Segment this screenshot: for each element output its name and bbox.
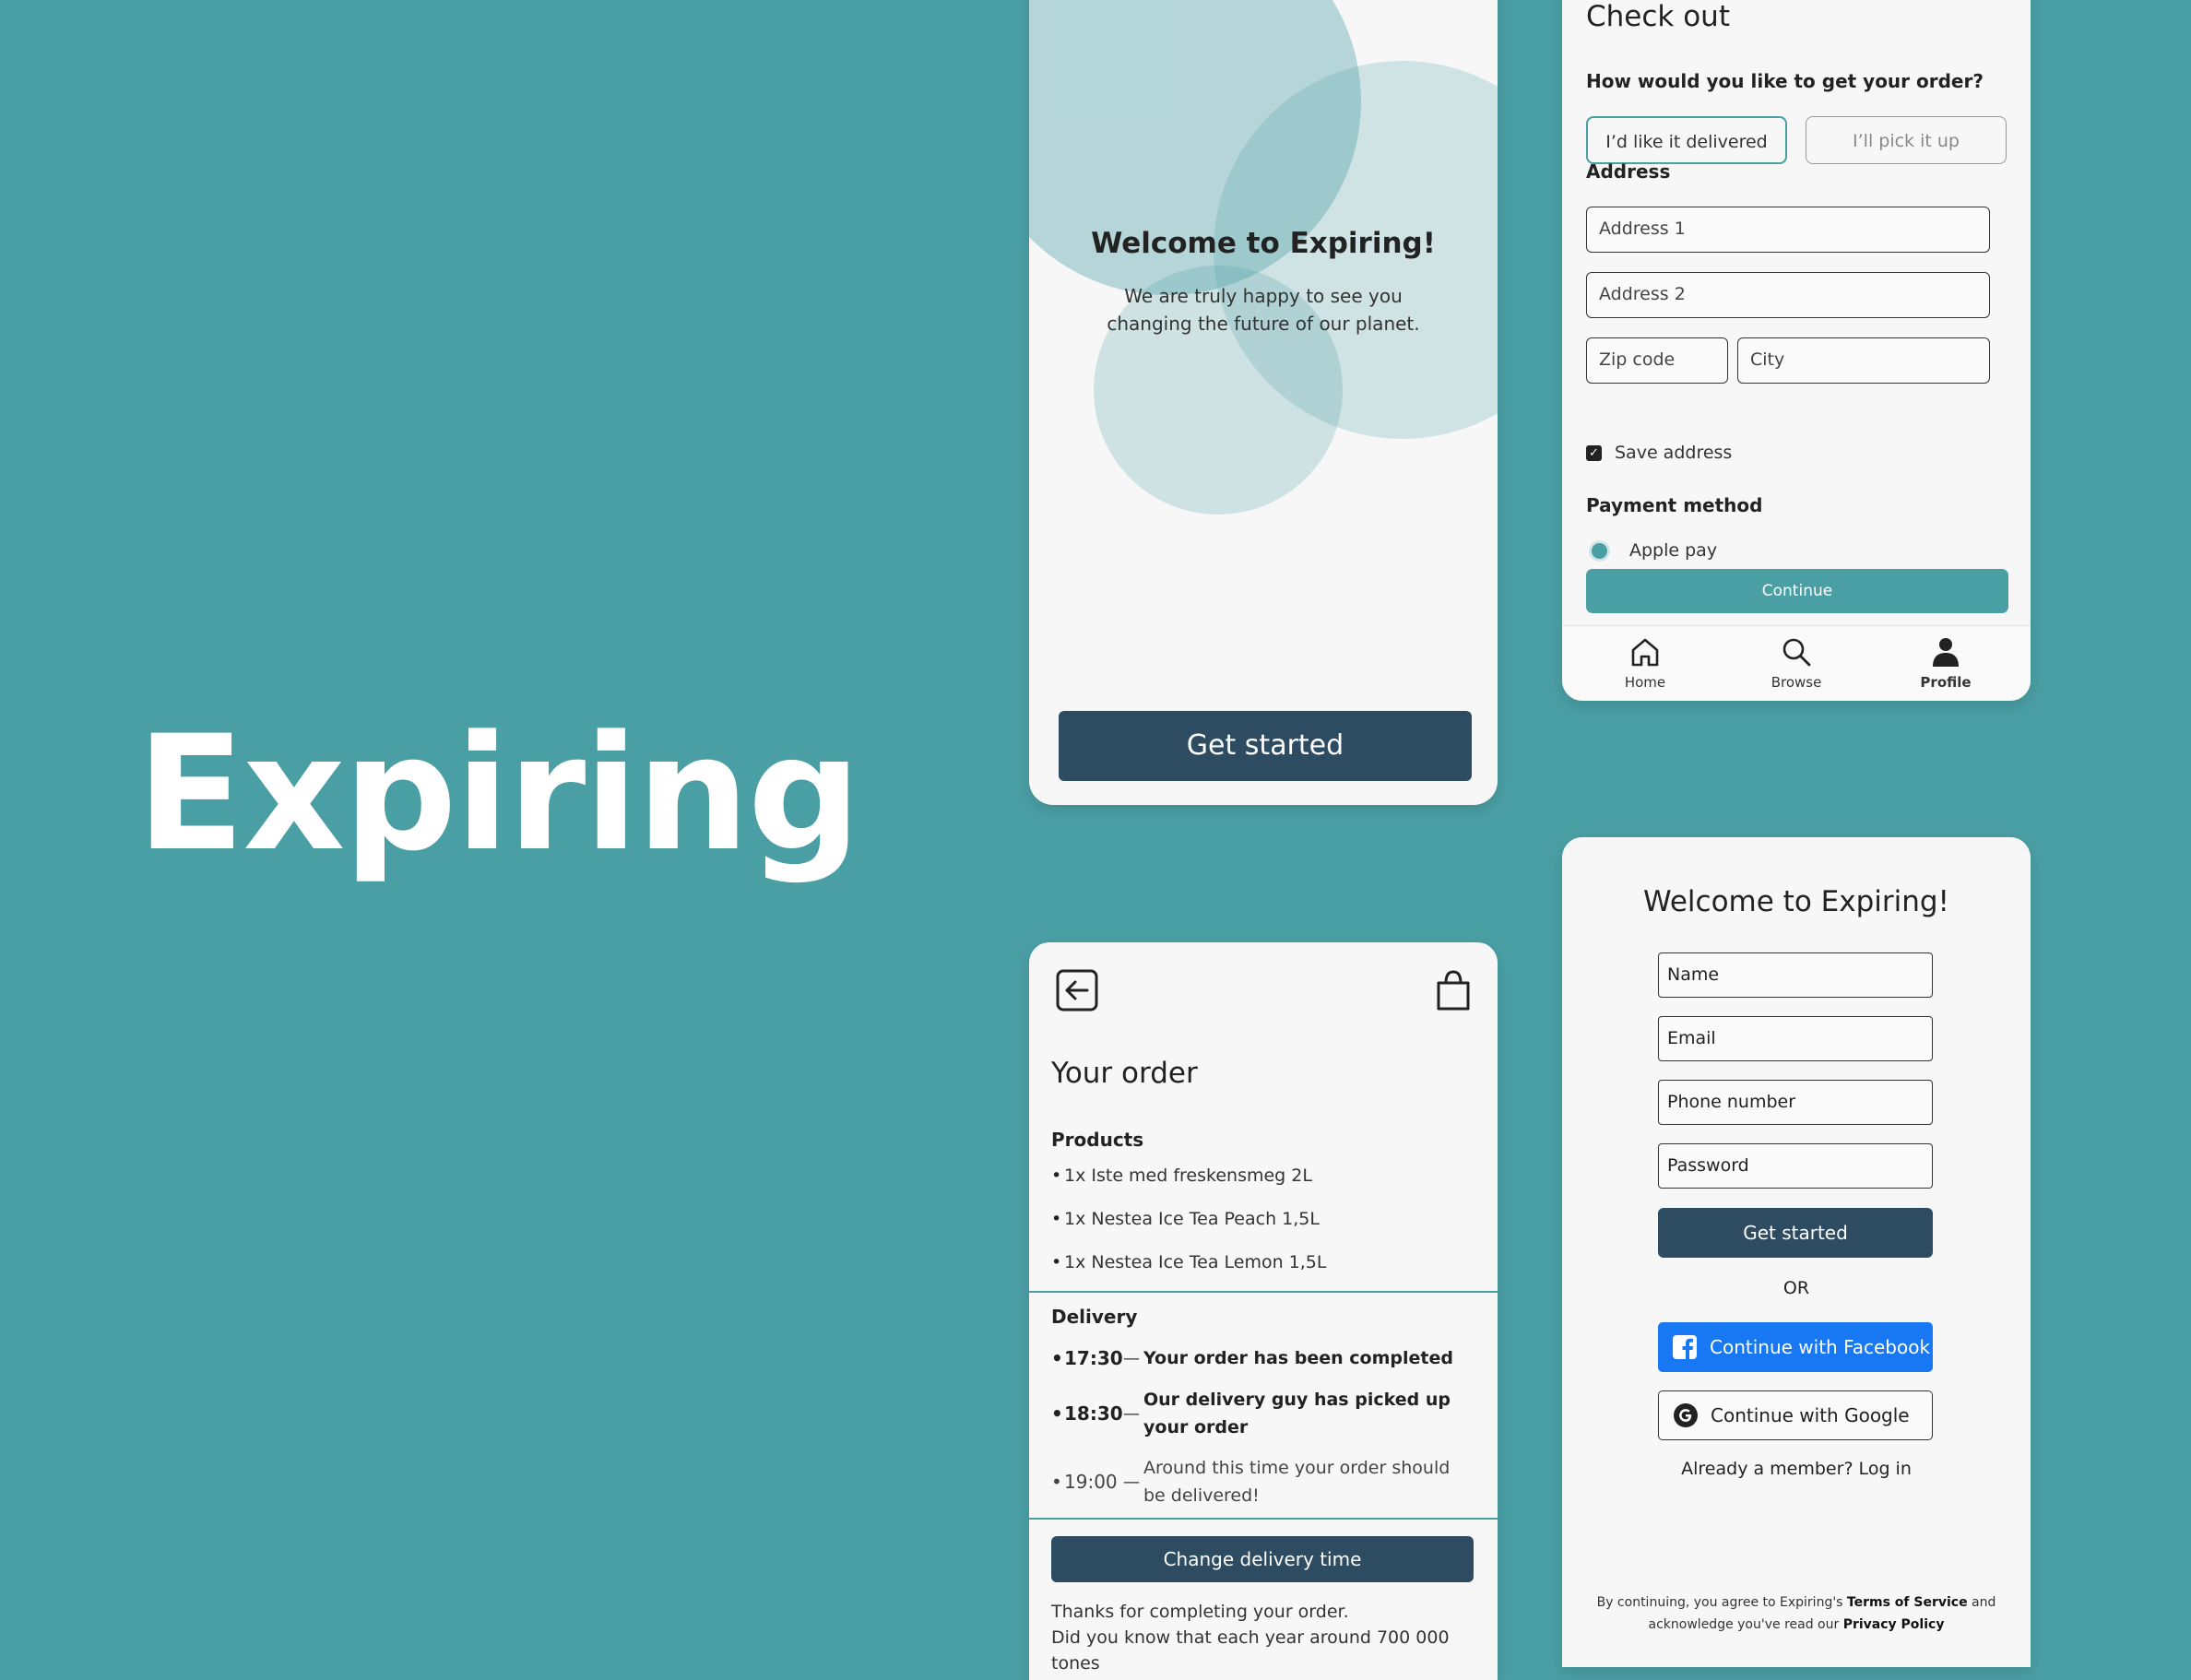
welcome-title: Welcome to Expiring! <box>1091 227 1436 260</box>
delivery-status-text: Around this time your order should be de… <box>1143 1458 1451 1506</box>
payment-method-label: Payment method <box>1586 494 1763 516</box>
shopping-bag-icon[interactable] <box>1433 968 1474 1012</box>
address1-field[interactable]: Address 1 <box>1586 207 1990 253</box>
footer-line: Thanks for completing your order. <box>1051 1602 1349 1622</box>
nav-label: Profile <box>1920 674 1972 691</box>
nav-label: Browse <box>1771 674 1822 691</box>
continue-with-facebook-button[interactable]: Continue with Facebook <box>1658 1322 1933 1372</box>
email-field[interactable]: Email <box>1658 1016 1933 1061</box>
or-divider: OR <box>1782 1278 1810 1298</box>
products-label: Products <box>1051 1129 1144 1151</box>
search-icon <box>1782 638 1811 667</box>
delivery-status-item: 19:00 — Around this time your order shou… <box>1051 1454 1475 1509</box>
google-icon <box>1672 1402 1700 1429</box>
delivery-label: Delivery <box>1051 1306 1138 1328</box>
terms-of-service-link[interactable]: Terms of Service <box>1847 1595 1968 1610</box>
product-item: 1x Nestea Ice Tea Lemon 1,5L <box>1051 1252 1327 1272</box>
password-field[interactable]: Password <box>1658 1143 1933 1189</box>
section-divider <box>1029 1518 1498 1520</box>
dash-separator: — <box>1123 1348 1140 1368</box>
get-started-button[interactable]: Get started <box>1059 711 1472 781</box>
delivery-time: 17:30 <box>1051 1347 1123 1369</box>
product-item: 1x Iste med freskensmeg 2L <box>1051 1165 1312 1186</box>
address-label: Address <box>1586 160 1671 183</box>
welcome-screen: Welcome to Expiring! We are truly happy … <box>1029 0 1498 805</box>
address2-field[interactable]: Address 2 <box>1586 272 1990 318</box>
name-field[interactable]: Name <box>1658 952 1933 998</box>
dash-separator: — <box>1123 1403 1140 1424</box>
order-screen: Your order Products 1x Iste med freskens… <box>1029 942 1498 1680</box>
nav-item-home[interactable]: Home <box>1590 633 1700 691</box>
checkout-screen: Check out How would you like to get your… <box>1562 0 2031 701</box>
payment-option-label: Apple pay <box>1629 540 1718 561</box>
nav-item-profile[interactable]: Profile <box>1890 633 2001 691</box>
order-footer-text: Thanks for completing your order. Did yo… <box>1051 1599 1475 1676</box>
save-address-label: Save address <box>1615 443 1733 463</box>
zip-code-field[interactable]: Zip code <box>1586 337 1728 384</box>
back-arrow-icon[interactable] <box>1055 968 1099 1012</box>
brand-title: Expiring <box>136 701 861 886</box>
delivery-status-item: 17:30 — Your order has been completed <box>1051 1344 1475 1372</box>
signup-screen: Welcome to Expiring! Name Email Phone nu… <box>1562 837 2031 1667</box>
city-field[interactable]: City <box>1737 337 1990 384</box>
radio-button[interactable] <box>1592 542 1607 559</box>
legal-text: By continuing, you agree to Expiring's T… <box>1590 1591 2003 1636</box>
delivery-question: How would you like to get your order? <box>1586 70 1984 92</box>
delivery-status-text: Your order has been completed <box>1143 1348 1453 1368</box>
section-divider <box>1029 1291 1498 1293</box>
welcome-text: We are truly happy to see you changing t… <box>1107 285 1420 335</box>
nav-item-browse[interactable]: Browse <box>1741 633 1852 691</box>
pickup-option-button[interactable]: I’ll pick it up <box>1806 116 2007 164</box>
delivery-status-text: Our delivery guy has picked up your orde… <box>1143 1390 1451 1437</box>
facebook-button-label: Continue with Facebook <box>1710 1336 1931 1358</box>
phone-number-field[interactable]: Phone number <box>1658 1080 1933 1125</box>
delivery-status-item: 18:30 — Our delivery guy has picked up y… <box>1051 1386 1475 1441</box>
bottom-nav-bar: Home Browse Profile <box>1562 625 2031 701</box>
payment-option-apple-pay[interactable]: Apple pay <box>1592 540 1717 561</box>
save-address-row[interactable]: ✓ Save address <box>1586 443 1732 463</box>
dash-separator: — <box>1123 1472 1140 1492</box>
delivery-time: 19:00 <box>1051 1471 1123 1493</box>
delivery-time: 18:30 <box>1051 1402 1123 1425</box>
nav-label: Home <box>1624 674 1666 691</box>
page-title: Your order <box>1051 1057 1198 1090</box>
delivery-option-button[interactable]: I’d like it delivered <box>1586 116 1787 164</box>
change-delivery-time-button[interactable]: Change delivery time <box>1051 1536 1474 1582</box>
facebook-icon <box>1671 1333 1699 1361</box>
continue-with-google-button[interactable]: Continue with Google <box>1658 1390 1933 1440</box>
footer-line: Did you know that each year around 700 0… <box>1051 1627 1450 1674</box>
home-icon <box>1631 638 1659 667</box>
get-started-button[interactable]: Get started <box>1658 1208 1933 1258</box>
login-link[interactable]: Already a member? Log in <box>1562 1459 2031 1479</box>
continue-button[interactable]: Continue <box>1586 569 2008 613</box>
product-item: 1x Nestea Ice Tea Peach 1,5L <box>1051 1209 1320 1229</box>
save-address-checkbox[interactable]: ✓ <box>1586 444 1602 461</box>
privacy-policy-link[interactable]: Privacy Policy <box>1843 1617 1945 1632</box>
signup-title: Welcome to Expiring! <box>1643 885 1949 918</box>
page-title: Check out <box>1586 0 1730 33</box>
google-button-label: Continue with Google <box>1711 1404 1910 1426</box>
legal-prefix: By continuing, you agree to Expiring's <box>1596 1595 1843 1610</box>
profile-icon <box>1933 638 1959 667</box>
